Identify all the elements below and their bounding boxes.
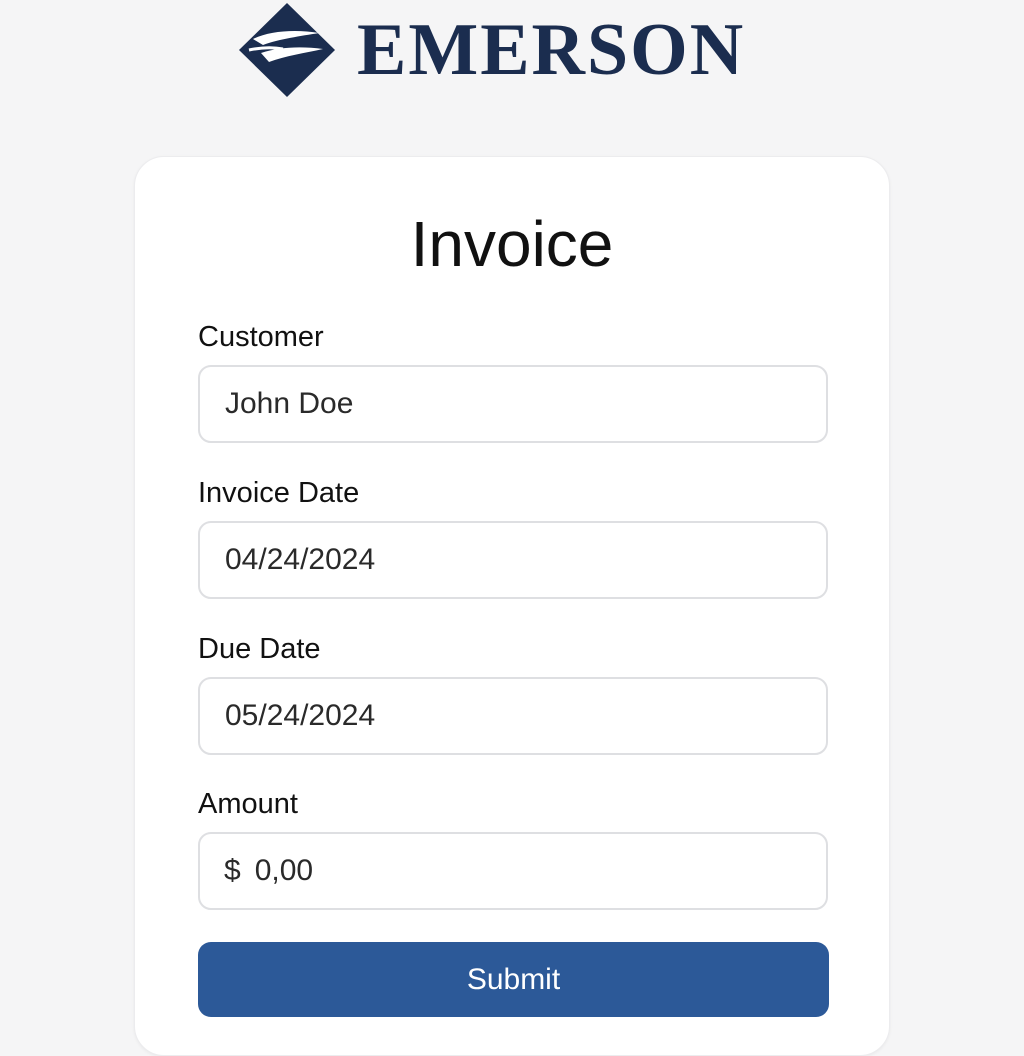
header: EMERSON — [0, 0, 1024, 110]
due-date-input[interactable] — [198, 677, 828, 755]
invoice-date-label: Invoice Date — [198, 477, 360, 509]
amount-label: Amount — [198, 788, 298, 820]
due-date-label: Due Date — [198, 633, 321, 665]
invoice-card — [134, 156, 890, 1056]
amount-field[interactable]: $ — [198, 832, 828, 910]
currency-symbol: $ — [224, 854, 241, 887]
customer-label: Customer — [198, 321, 324, 353]
amount-input[interactable] — [254, 854, 755, 888]
page-title: Invoice — [410, 208, 614, 280]
customer-input[interactable] — [198, 365, 828, 443]
brand-wordmark: EMERSON — [357, 9, 746, 91]
invoice-date-input[interactable] — [198, 521, 828, 599]
emerson-logo-icon — [239, 3, 335, 97]
submit-button[interactable]: Submit — [198, 942, 829, 1017]
